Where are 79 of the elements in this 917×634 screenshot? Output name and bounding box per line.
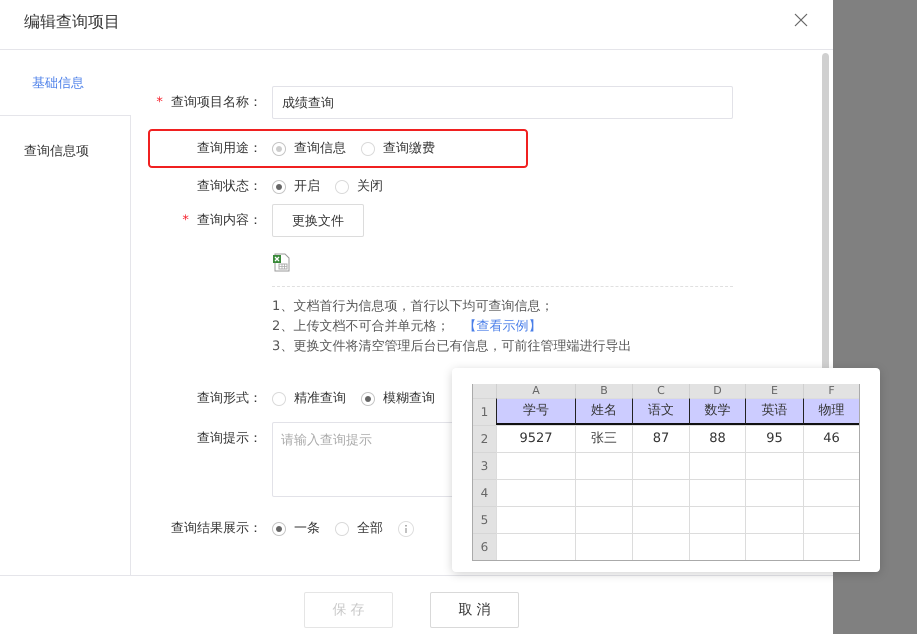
radio-button[interactable] bbox=[272, 180, 286, 194]
column-header: D bbox=[689, 384, 745, 398]
field-label: 查询状态： bbox=[197, 179, 262, 194]
required-mark: * bbox=[156, 95, 163, 110]
radio-option[interactable]: 开启 bbox=[272, 169, 320, 204]
field-label: 查询用途： bbox=[197, 141, 262, 156]
radio-button[interactable] bbox=[335, 522, 349, 536]
radio-option[interactable]: 一条 bbox=[272, 511, 320, 546]
table-cell bbox=[745, 506, 803, 533]
cancel-button[interactable]: 取 消 bbox=[430, 592, 519, 628]
close-icon[interactable] bbox=[794, 12, 808, 26]
dialog-title: 编辑查询项目 bbox=[24, 12, 120, 33]
field-label: 查询项目名称： bbox=[171, 95, 262, 110]
column-header: B bbox=[575, 384, 632, 398]
table-cell: 语文 bbox=[632, 398, 689, 425]
table-cell bbox=[745, 452, 803, 479]
table-cell bbox=[689, 533, 745, 560]
table-cell: 姓名 bbox=[575, 398, 632, 425]
radio-option[interactable]: 关闭 bbox=[335, 169, 383, 204]
table-cell bbox=[575, 452, 632, 479]
table-cell bbox=[745, 479, 803, 506]
row-number: 2 bbox=[473, 425, 496, 452]
table-cell bbox=[803, 506, 859, 533]
table-cell: 87 bbox=[632, 425, 689, 452]
table-cell bbox=[632, 533, 689, 560]
sheet-corner bbox=[473, 384, 496, 398]
column-header: C bbox=[632, 384, 689, 398]
note-text: 3、更换文件将清空管理后台已有信息，可前往管理端进行导出 bbox=[272, 338, 632, 356]
table-cell bbox=[803, 452, 859, 479]
radio-option[interactable]: 精准查询 bbox=[272, 381, 346, 416]
radio-button[interactable] bbox=[272, 392, 286, 406]
radio-option[interactable]: 模糊查询 bbox=[361, 381, 435, 416]
note-text: 2、上传文档不可合并单元格； bbox=[272, 319, 450, 334]
nav-tab[interactable]: 查询信息项 bbox=[0, 115, 131, 175]
table-cell: 物理 bbox=[803, 398, 859, 425]
column-header: F bbox=[803, 384, 859, 398]
row-number: 6 bbox=[473, 533, 496, 560]
field-label: 查询结果展示： bbox=[171, 521, 262, 536]
table-cell: 9527 bbox=[496, 425, 575, 452]
table-cell bbox=[689, 506, 745, 533]
input-field[interactable]: 成绩查询 bbox=[272, 86, 733, 119]
field-label: 查询形式： bbox=[197, 391, 262, 406]
radio-button[interactable] bbox=[335, 180, 349, 194]
replace-file-button[interactable]: 更换文件 bbox=[272, 204, 364, 237]
table-cell: 学号 bbox=[496, 398, 575, 425]
radio-option[interactable]: 全部 bbox=[335, 511, 383, 546]
row-number: 3 bbox=[473, 452, 496, 479]
table-cell: 张三 bbox=[575, 425, 632, 452]
table-cell: 46 bbox=[803, 425, 859, 452]
table-cell bbox=[632, 452, 689, 479]
table-cell bbox=[575, 479, 632, 506]
view-example-link[interactable]: 【查看示例】 bbox=[463, 319, 542, 334]
radio-button[interactable] bbox=[361, 392, 375, 406]
table-cell bbox=[803, 533, 859, 560]
info-icon[interactable] bbox=[398, 520, 414, 536]
table-cell bbox=[632, 506, 689, 533]
row-number: 5 bbox=[473, 506, 496, 533]
table-cell bbox=[575, 533, 632, 560]
row-number: 4 bbox=[473, 479, 496, 506]
table-cell: 88 bbox=[689, 425, 745, 452]
note-text: 1、文档首行为信息项，首行以下均可查询信息； bbox=[272, 298, 554, 316]
radio-button[interactable] bbox=[272, 522, 286, 536]
nav-tab[interactable]: 基础信息 bbox=[0, 50, 131, 115]
row-number: 1 bbox=[473, 398, 496, 425]
table-cell: 英语 bbox=[745, 398, 803, 425]
spreadsheet-file-icon[interactable] bbox=[272, 253, 291, 272]
table-cell bbox=[632, 479, 689, 506]
table-cell bbox=[689, 479, 745, 506]
table-cell bbox=[689, 452, 745, 479]
table-cell bbox=[803, 479, 859, 506]
table-cell bbox=[745, 533, 803, 560]
column-header: E bbox=[745, 384, 803, 398]
field-label: 查询提示： bbox=[197, 431, 262, 446]
field-label: 查询内容： bbox=[197, 213, 262, 228]
required-mark: * bbox=[182, 213, 189, 228]
column-header: A bbox=[496, 384, 575, 398]
table-cell: 数学 bbox=[689, 398, 745, 425]
table-cell bbox=[575, 506, 632, 533]
table-cell: 95 bbox=[745, 425, 803, 452]
